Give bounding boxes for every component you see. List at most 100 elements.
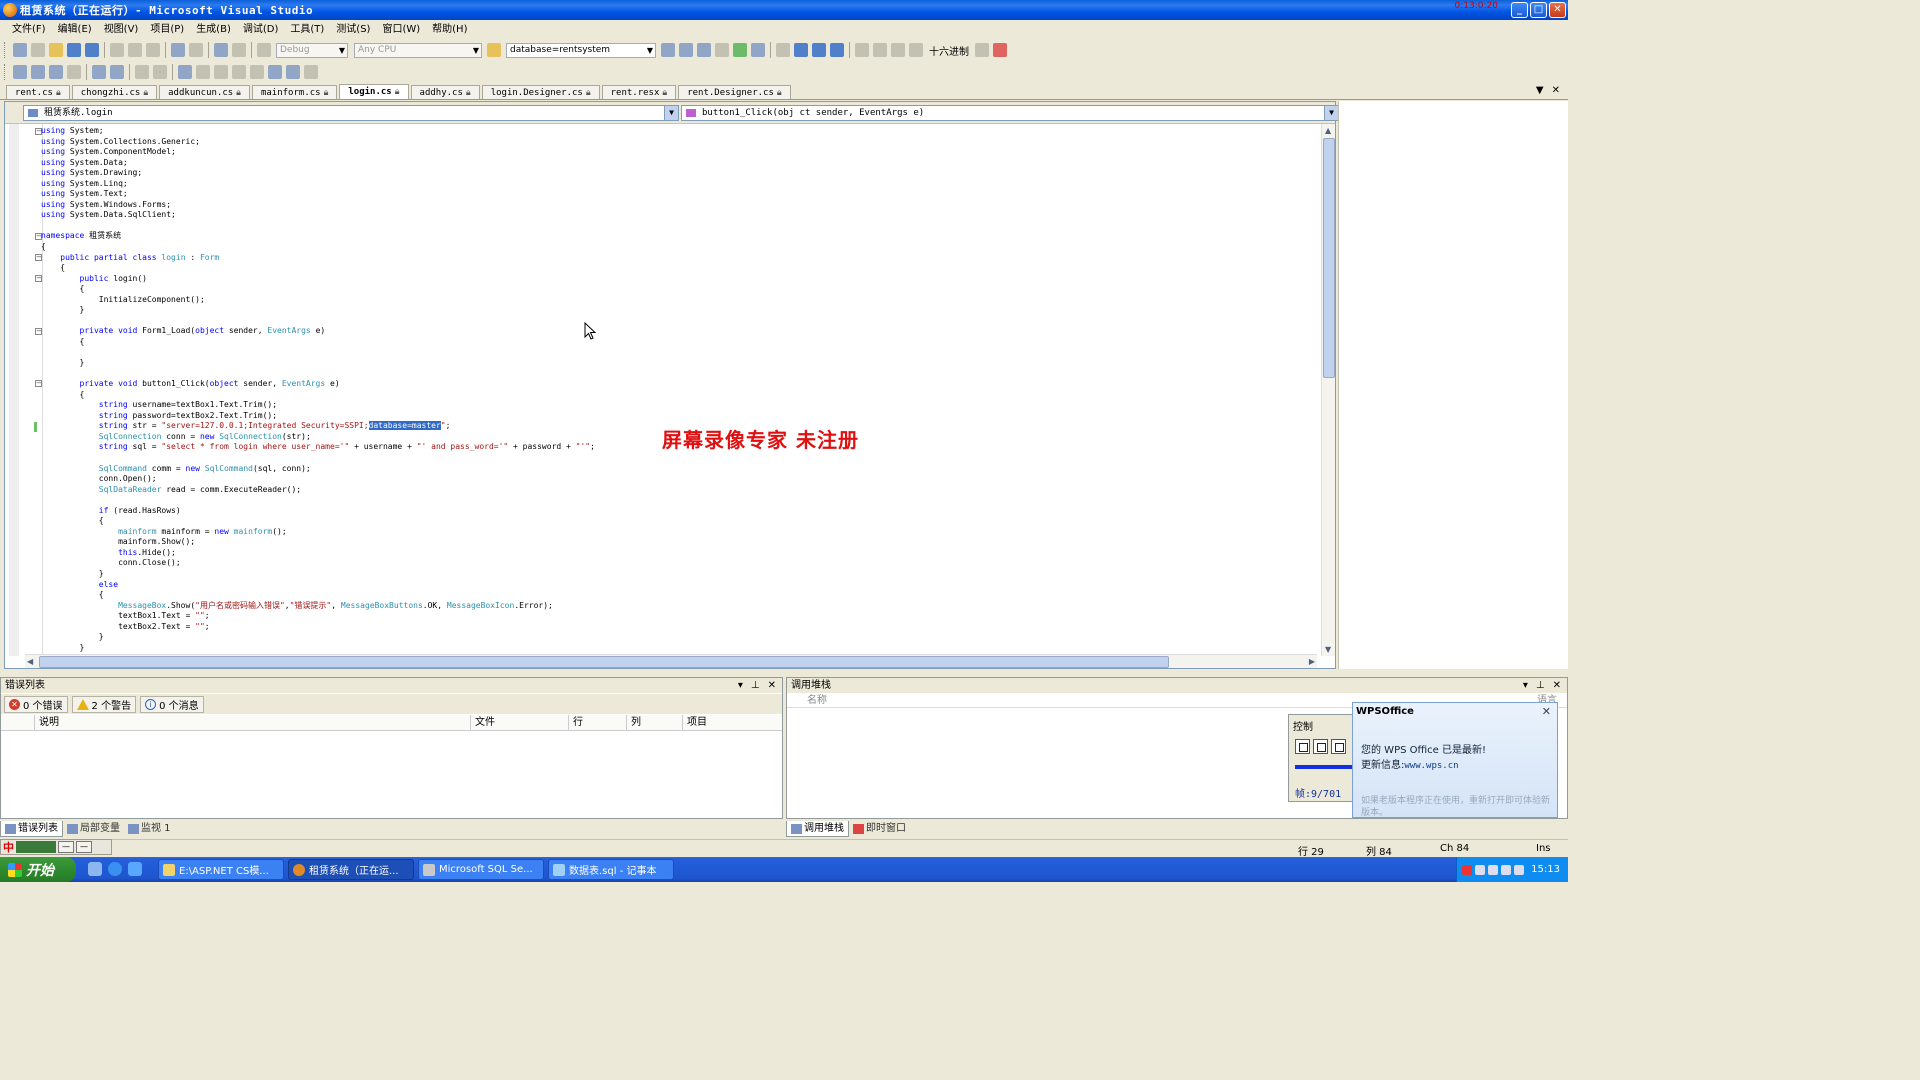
column-file[interactable]: 文件 xyxy=(471,715,569,730)
recorder-pause-button[interactable] xyxy=(1295,739,1310,754)
next-bookmark-folder-icon[interactable] xyxy=(250,65,264,79)
minimize-button[interactable]: _ xyxy=(1511,2,1528,18)
platform-select[interactable]: Any CPU ▼ xyxy=(354,42,482,58)
menu-view[interactable]: 视图(V) xyxy=(98,21,145,39)
column-column[interactable]: 列 xyxy=(627,715,683,730)
save-all-icon[interactable] xyxy=(85,43,99,57)
close-button[interactable]: ✕ xyxy=(1549,2,1566,18)
tab-mainform-cs[interactable]: mainform.cs 🔒︎ xyxy=(251,85,338,99)
editor-gutter[interactable]: − − − − − − xyxy=(5,124,43,656)
start-page-icon[interactable] xyxy=(733,43,747,57)
copy-icon[interactable] xyxy=(128,43,142,57)
recorder-stop-button[interactable] xyxy=(1313,739,1328,754)
step-into-icon[interactable] xyxy=(873,43,887,57)
tab-rent-designer-cs[interactable]: rent.Designer.cs 🔒︎ xyxy=(678,85,791,99)
next-bookmark-icon[interactable] xyxy=(214,65,228,79)
errors-filter-button[interactable]: ✕ 0 个错误 xyxy=(4,695,68,713)
volume-tray-icon[interactable] xyxy=(1488,864,1499,875)
tab-watch-1[interactable]: 监视 1 xyxy=(124,821,175,837)
step-over-icon[interactable] xyxy=(891,43,905,57)
find-combo[interactable]: database=rentsystem ▼ xyxy=(506,42,656,58)
ime-chinese-icon[interactable]: 中 xyxy=(3,839,14,855)
restart-icon[interactable] xyxy=(830,43,844,57)
prev-bookmark-icon[interactable] xyxy=(196,65,210,79)
windows-icon[interactable] xyxy=(751,43,765,57)
new-project-icon[interactable] xyxy=(13,43,27,57)
show-next-statement-icon[interactable] xyxy=(855,43,869,57)
maximize-button[interactable]: □ xyxy=(1530,2,1547,18)
navigate-forward-icon[interactable] xyxy=(232,43,246,57)
tab-addkuncun-cs[interactable]: addkuncun.cs 🔒︎ xyxy=(159,85,250,99)
comment-lines-icon[interactable] xyxy=(135,65,149,79)
messages-filter-button[interactable]: i 0 个消息 xyxy=(140,695,204,713)
vertical-scrollbar[interactable]: ▲ ▼ xyxy=(1321,124,1335,656)
navigate-back-icon[interactable] xyxy=(214,43,228,57)
scroll-right-icon[interactable]: ▶ xyxy=(1309,657,1315,666)
wps-tray-icon[interactable] xyxy=(1514,864,1525,875)
close-document-icon[interactable]: ✕ xyxy=(1552,85,1560,96)
clear-bookmarks-icon[interactable] xyxy=(304,65,318,79)
prev-bookmark-folder-icon[interactable] xyxy=(232,65,246,79)
task-notepad[interactable]: 数据表.sql - 记事本 xyxy=(548,859,674,880)
menu-window[interactable]: 窗口(W) xyxy=(376,21,426,39)
pin-icon[interactable]: ⊥ xyxy=(751,678,760,693)
continue-icon[interactable] xyxy=(776,43,790,57)
task-explorer[interactable]: E:\ASP.NET CS模... xyxy=(158,859,284,880)
solution-explorer-icon[interactable] xyxy=(661,43,675,57)
toolbar-grip[interactable] xyxy=(4,42,7,58)
scroll-thumb[interactable] xyxy=(1323,138,1335,378)
window-position-icon[interactable]: ▾ xyxy=(738,678,743,693)
network-tray-icon[interactable] xyxy=(1475,864,1486,875)
cut-icon[interactable] xyxy=(110,43,124,57)
column-name[interactable]: 名称 xyxy=(807,695,827,706)
paste-icon[interactable] xyxy=(146,43,160,57)
wps-update-link[interactable]: www.wps.cn xyxy=(1404,761,1458,771)
recorder-next-button[interactable] xyxy=(1331,739,1346,754)
column-project[interactable]: 项目 xyxy=(683,715,779,730)
increase-indent-icon[interactable] xyxy=(110,65,124,79)
window-position-icon[interactable]: ▾ xyxy=(1523,678,1528,693)
tab-addhy-cs[interactable]: addhy.cs 🔒︎ xyxy=(410,85,480,99)
tab-locals[interactable]: 局部变量 xyxy=(63,821,124,837)
tab-rent-cs[interactable]: rent.cs 🔒︎ xyxy=(6,85,70,99)
task-visual-studio[interactable]: 租赁系统（正在运... xyxy=(288,859,414,880)
break-all-icon[interactable] xyxy=(794,43,808,57)
debug-windows-icon[interactable] xyxy=(993,43,1007,57)
class-combo[interactable]: 租赁系统.login ▼ xyxy=(23,105,679,121)
undo-icon[interactable] xyxy=(171,43,185,57)
scroll-up-icon[interactable]: ▲ xyxy=(1325,126,1331,135)
column-description[interactable]: 说明 xyxy=(35,715,471,730)
column-index[interactable] xyxy=(1,715,35,730)
properties-icon[interactable] xyxy=(679,43,693,57)
media-player-icon[interactable] xyxy=(128,862,142,876)
tab-rent-resx[interactable]: rent.resx 🔒︎ xyxy=(601,85,677,99)
ime-button[interactable]: — xyxy=(76,841,92,853)
menu-edit[interactable]: 编辑(E) xyxy=(52,21,98,39)
menu-file[interactable]: 文件(F) xyxy=(6,21,52,39)
step-out-icon[interactable] xyxy=(909,43,923,57)
security-tray-icon[interactable] xyxy=(1501,864,1512,875)
close-panel-icon[interactable]: ✕ xyxy=(768,678,776,693)
toolbar-grip[interactable] xyxy=(4,64,7,80)
save-icon[interactable] xyxy=(67,43,81,57)
display-object-member-list-icon[interactable] xyxy=(13,65,27,79)
display-word-completion-icon[interactable] xyxy=(67,65,81,79)
active-files-dropdown-icon[interactable]: ▼ xyxy=(1536,85,1544,96)
tab-login-designer-cs[interactable]: login.Designer.cs 🔒︎ xyxy=(481,85,600,99)
tab-call-stack[interactable]: 调用堆栈 xyxy=(786,821,849,837)
uncomment-lines-icon[interactable] xyxy=(153,65,167,79)
tab-login-cs[interactable]: login.cs 🔒︎ xyxy=(339,84,409,99)
redo-icon[interactable] xyxy=(189,43,203,57)
configuration-select[interactable]: Debug ▼ xyxy=(276,42,348,58)
menu-debug[interactable]: 调试(D) xyxy=(237,21,285,39)
internet-explorer-icon[interactable] xyxy=(108,862,122,876)
menu-build[interactable]: 生成(B) xyxy=(190,21,237,39)
toggle-bookmark-icon[interactable] xyxy=(178,65,192,79)
menu-tools[interactable]: 工具(T) xyxy=(284,21,330,39)
object-browser-icon[interactable] xyxy=(697,43,711,57)
recorder-tray-icon[interactable] xyxy=(1462,864,1473,875)
clock[interactable]: 15:13 xyxy=(1531,864,1560,875)
add-item-icon[interactable] xyxy=(31,43,45,57)
scroll-down-icon[interactable]: ▼ xyxy=(1325,645,1331,654)
menu-project[interactable]: 项目(P) xyxy=(144,21,190,39)
